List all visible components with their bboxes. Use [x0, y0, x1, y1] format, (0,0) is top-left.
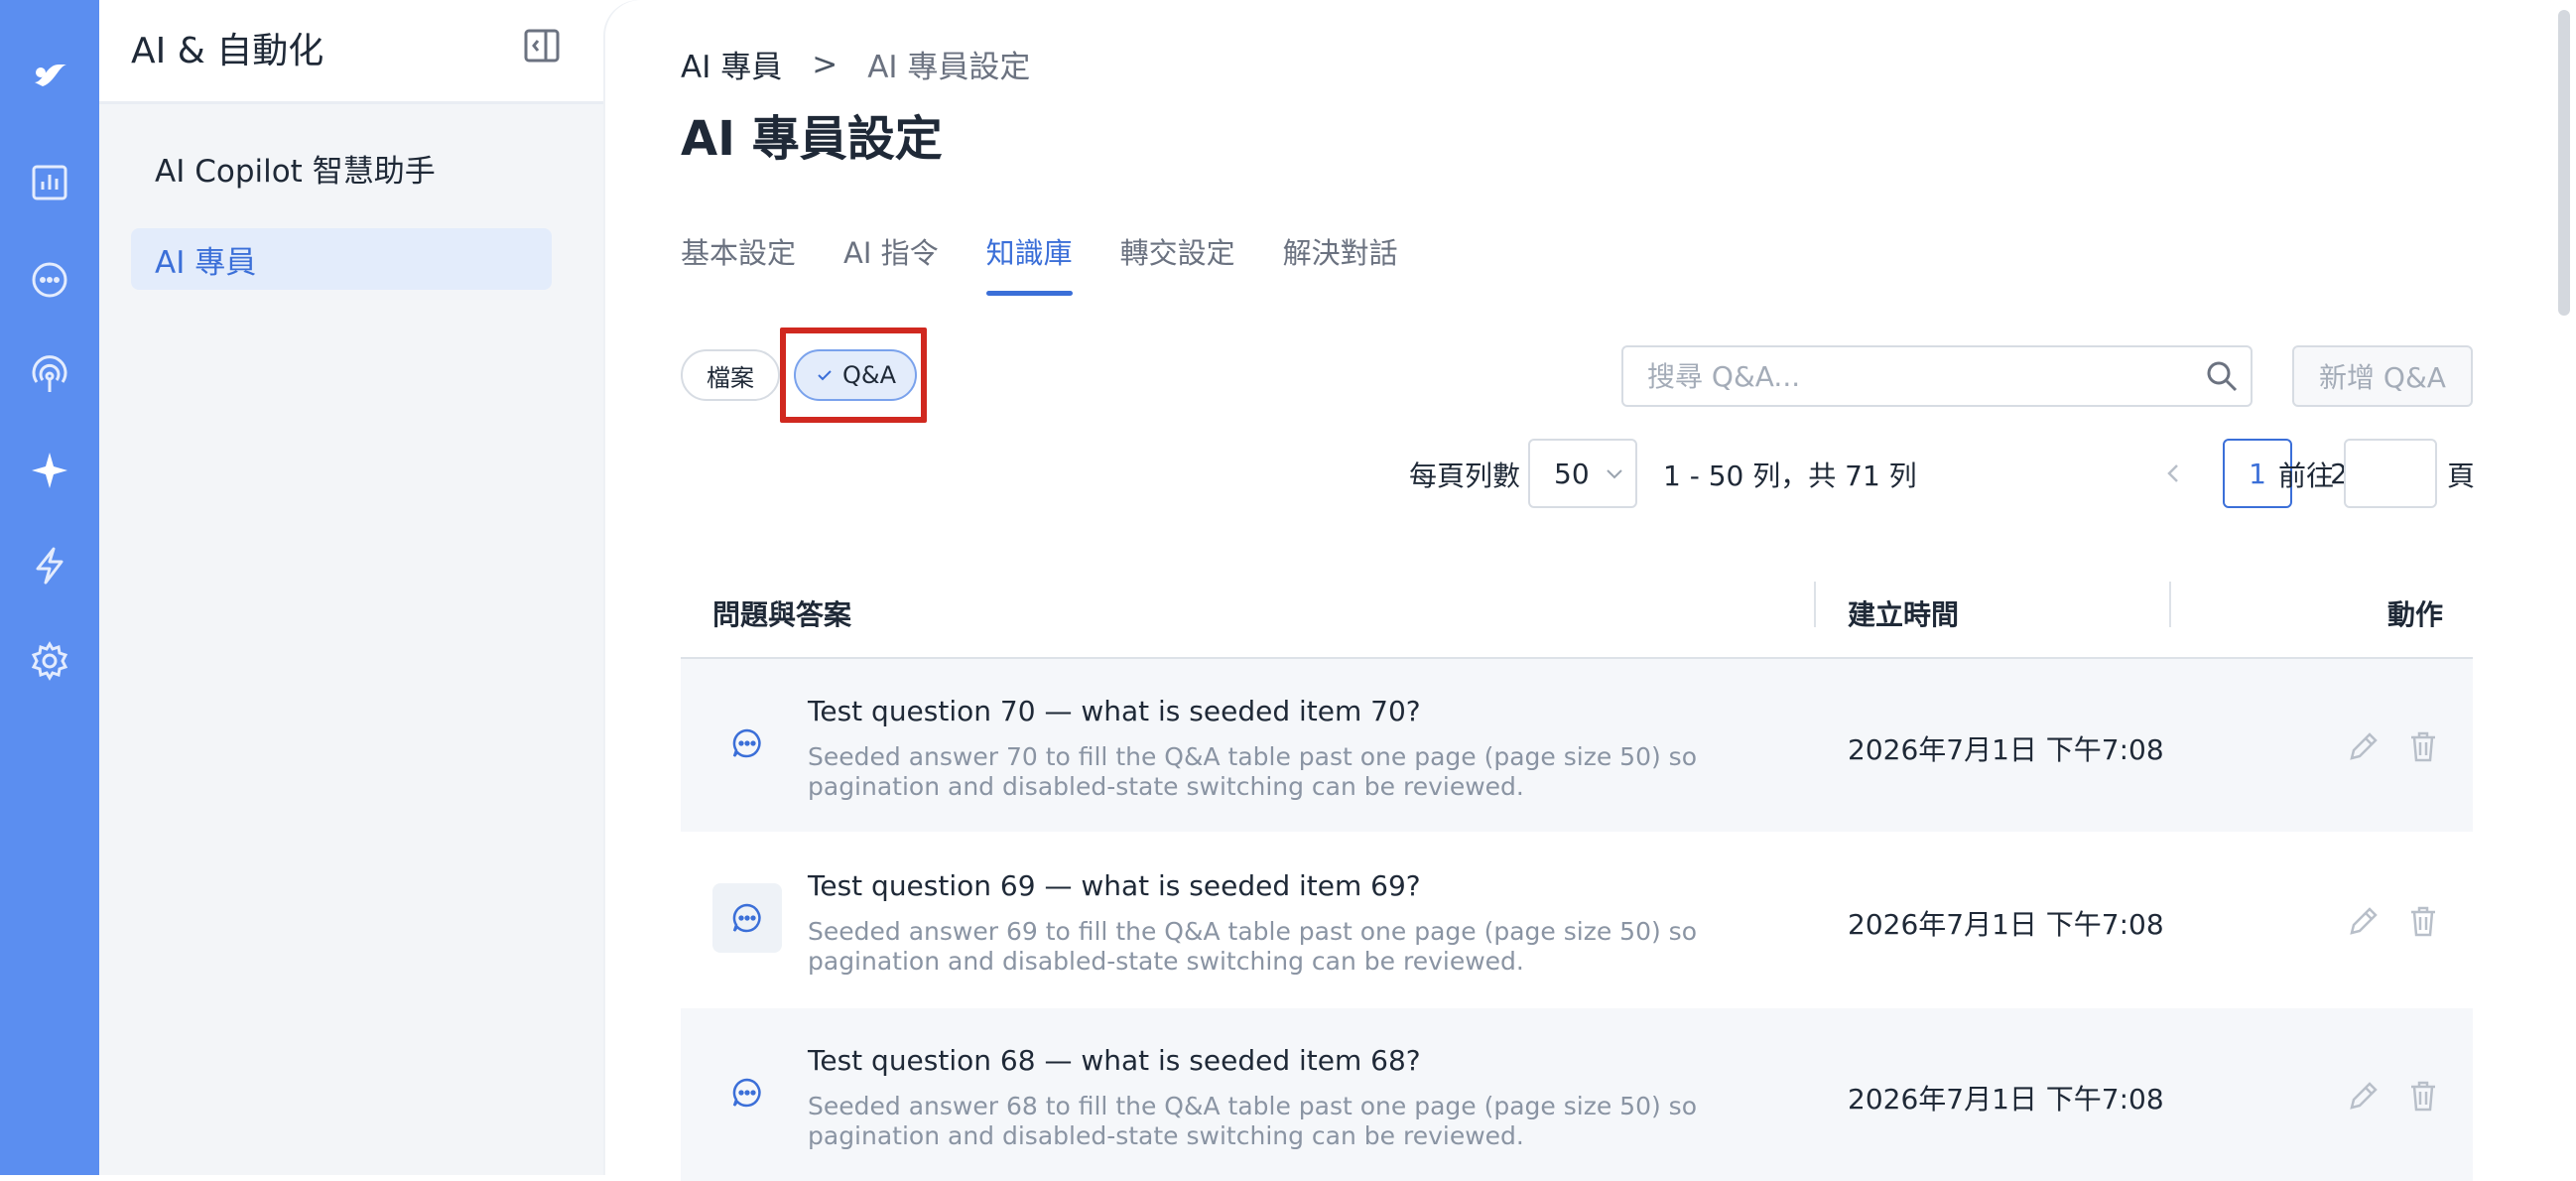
- page-number: 1: [2249, 457, 2266, 490]
- tab-resolve-conversation[interactable]: 解決對話: [1283, 230, 1398, 296]
- page-suffix: 頁: [2447, 459, 2476, 492]
- icon-rail: [0, 0, 99, 1175]
- breadcrumb: AI 專員 > AI 專員設定: [681, 42, 1030, 86]
- add-qa-button[interactable]: 新增 Q&A: [2292, 345, 2473, 407]
- table-header: 問題與答案 建立時間 動作: [681, 564, 2473, 659]
- table-row[interactable]: Test question 70 — what is seeded item 7…: [681, 659, 2473, 832]
- logo-icon[interactable]: [26, 50, 73, 97]
- secondary-sidebar: AI & 自動化 AI Copilot 智慧助手 AI 專員: [99, 0, 605, 1175]
- analytics-icon[interactable]: [26, 159, 73, 206]
- qa-item-icon-wrap: [712, 1058, 782, 1127]
- ai-sparkle-icon[interactable]: [26, 447, 73, 494]
- chevron-down-icon: [1606, 469, 1622, 479]
- collapse-sidebar-icon[interactable]: [522, 26, 562, 66]
- delete-trash-icon[interactable]: [2405, 728, 2441, 764]
- edit-pencil-icon[interactable]: [2346, 1078, 2382, 1114]
- sidebar-item-ai-copilot[interactable]: AI Copilot 智慧助手: [131, 137, 552, 198]
- sidebar-item-ai-agent[interactable]: AI 專員: [131, 228, 552, 290]
- goto-label: 前往: [2278, 459, 2335, 492]
- settings-gear-icon[interactable]: [26, 637, 73, 685]
- edit-pencil-icon[interactable]: [2346, 903, 2382, 939]
- chat-icon[interactable]: [26, 256, 73, 304]
- page-title: AI 專員設定: [681, 111, 943, 167]
- tab-handoff-settings[interactable]: 轉交設定: [1120, 230, 1235, 296]
- qa-item-icon-wrap: [712, 709, 782, 778]
- sidebar-item-label: AI 專員: [155, 244, 257, 281]
- automation-bolt-icon[interactable]: [26, 542, 73, 590]
- column-divider: [1814, 582, 1816, 627]
- scrollbar-thumb[interactable]: [2558, 10, 2570, 316]
- breadcrumb-link-ai-agent[interactable]: AI 專員: [681, 42, 782, 86]
- tab-basic-settings[interactable]: 基本設定: [681, 230, 796, 296]
- table-row[interactable]: Test question 69 — what is seeded item 6…: [681, 834, 2473, 1006]
- delete-trash-icon[interactable]: [2405, 903, 2441, 939]
- column-header-actions: 動作: [2387, 598, 2444, 631]
- column-header-qa: 問題與答案: [712, 598, 852, 631]
- chat-bubble-icon: [732, 1078, 761, 1108]
- qa-created-time: 2026年7月1日 下午7:08: [1848, 908, 2164, 941]
- tab-ai-instructions[interactable]: AI 指令: [843, 230, 939, 296]
- filter-chip-file[interactable]: 檔案: [681, 349, 780, 401]
- qa-answer: Seeded answer 68 to fill the Q&A table p…: [808, 1092, 1697, 1150]
- chat-bubble-icon: [732, 903, 761, 933]
- table-row[interactable]: Test question 68 — what is seeded item 6…: [681, 1008, 2473, 1181]
- goto-page-input[interactable]: [2344, 439, 2437, 508]
- chat-bubble-icon: [732, 728, 761, 758]
- rows-per-page-select[interactable]: 50: [1528, 439, 1637, 508]
- main-panel: AI 專員 > AI 專員設定 AI 專員設定 基本設定 AI 指令 知識庫 轉…: [605, 0, 2576, 1181]
- filter-chip-label: 檔案: [707, 363, 754, 392]
- settings-tabs: 基本設定 AI 指令 知識庫 轉交設定 解決對話: [681, 230, 1398, 296]
- sidebar-title: AI & 自動化: [131, 31, 324, 71]
- sidebar-header: AI & 自動化: [99, 0, 605, 104]
- tab-knowledge-base[interactable]: 知識庫: [985, 230, 1073, 296]
- pagination-range: 1 - 50 列，共 71 列: [1663, 459, 1917, 492]
- qa-answer: Seeded answer 70 to fill the Q&A table p…: [808, 742, 1697, 801]
- delete-trash-icon[interactable]: [2405, 1078, 2441, 1114]
- qa-item-icon-wrap: [712, 883, 782, 953]
- column-divider: [2169, 582, 2171, 627]
- qa-created-time: 2026年7月1日 下午7:08: [1848, 733, 2164, 766]
- highlight-annotation: [780, 328, 927, 423]
- add-qa-button-label: 新增 Q&A: [2319, 361, 2446, 394]
- breadcrumb-separator: >: [812, 46, 838, 82]
- qa-answer: Seeded answer 69 to fill the Q&A table p…: [808, 917, 1697, 976]
- broadcast-icon[interactable]: [26, 351, 73, 399]
- sidebar-item-label: AI Copilot 智慧助手: [155, 153, 436, 190]
- qa-question: Test question 70 — what is seeded item 7…: [808, 695, 1421, 727]
- prev-page-button[interactable]: [2139, 439, 2209, 508]
- search-icon[interactable]: [2205, 359, 2239, 393]
- qa-question: Test question 68 — what is seeded item 6…: [808, 1044, 1421, 1077]
- qa-created-time: 2026年7月1日 下午7:08: [1848, 1083, 2164, 1115]
- rows-per-page-label: 每頁列數: [1409, 459, 1521, 492]
- rows-per-page-value: 50: [1554, 457, 1590, 490]
- edit-pencil-icon[interactable]: [2346, 728, 2382, 764]
- search-qa-input[interactable]: [1621, 345, 2253, 407]
- qa-question: Test question 69 — what is seeded item 6…: [808, 869, 1421, 902]
- column-header-created: 建立時間: [1848, 598, 1960, 631]
- breadcrumb-current: AI 專員設定: [867, 50, 1031, 85]
- chevron-left-icon: [2167, 464, 2178, 482]
